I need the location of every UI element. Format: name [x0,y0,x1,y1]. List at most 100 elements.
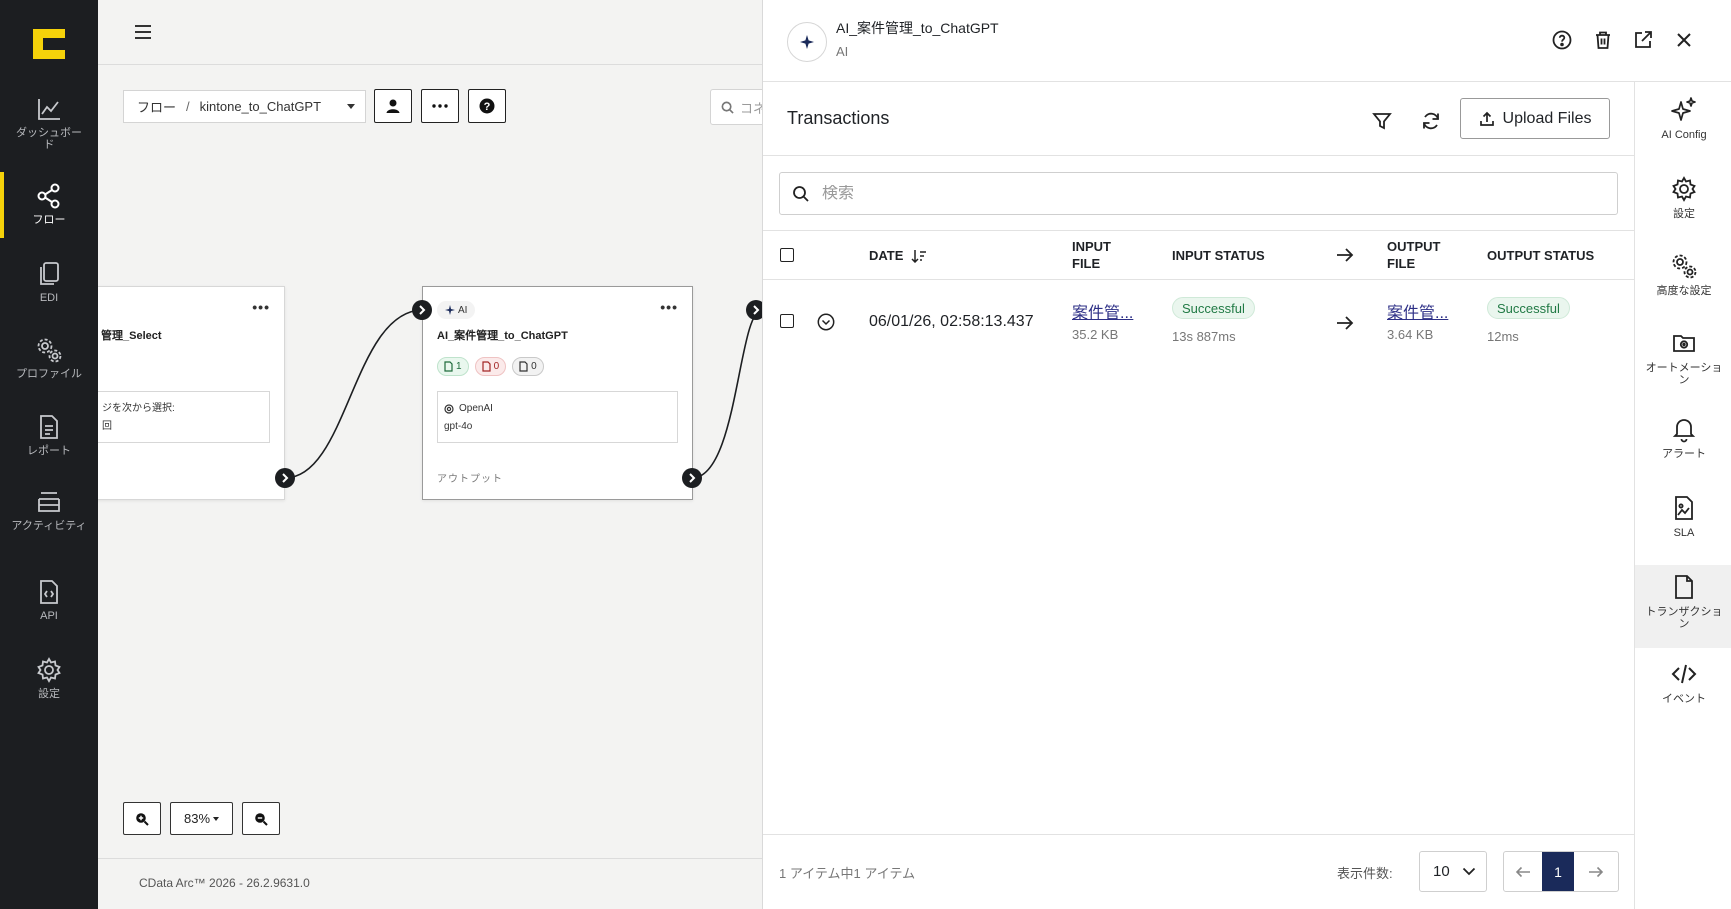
nav-item-label: プロファイル [16,368,82,380]
rail-item-advanced-settings[interactable]: 高度な設定 [1635,252,1731,297]
zoom-level-select[interactable]: 83% [170,802,233,835]
rail-item-label: トランザクション [1645,606,1723,630]
rail-item-automation[interactable]: オートメーション [1635,329,1731,386]
row-checkbox[interactable] [780,314,794,328]
output-status-badge: Successful [1487,297,1570,319]
filter-icon[interactable] [1370,109,1394,133]
close-icon[interactable] [1672,28,1696,52]
table-header: DATE INPUT FILE INPUT STATUS OUTPUT FILE… [763,230,1634,280]
rail-item-label: 高度な設定 [1656,285,1712,297]
arrow-left-icon [1515,866,1530,877]
nav-item-label: レポート [27,445,71,457]
bell-icon [1672,419,1696,443]
current-page[interactable]: 1 [1542,852,1574,891]
nav-item-profile[interactable]: プロファイル [0,336,98,380]
output-file-size: 3.64 KB [1387,327,1434,342]
input-status-badge: Successful [1172,297,1255,319]
rail-item-alerts[interactable]: アラート [1635,415,1731,460]
rail-item-events[interactable]: イベント [1635,660,1731,705]
automation-icon [1673,335,1695,352]
rail-item-label: イベント [1662,693,1706,705]
left-nav: ダッシュボード フロー EDI プロファイル レポート アクティビティ API … [0,0,98,909]
pending-count-badge[interactable]: 0 [512,357,544,376]
cdata-logo [33,29,65,59]
documents-icon [40,262,59,285]
prev-page-button[interactable] [1504,852,1542,891]
section-divider [763,155,1634,156]
refresh-icon[interactable] [1419,109,1443,133]
node-menu-icon[interactable]: ••• [252,299,270,315]
transaction-search[interactable] [779,172,1618,215]
rail-item-ai-config[interactable]: AI Config [1635,96,1731,141]
nav-item-label: フロー [32,214,66,226]
rail-item-sla[interactable]: SLA [1635,494,1731,539]
input-port[interactable] [412,300,432,320]
chevron-right-icon [689,473,696,483]
input-file-link[interactable]: 案件管... [1072,299,1133,323]
file-error-icon [481,361,491,372]
page-size-select[interactable]: 10 [1419,851,1487,892]
search-input[interactable] [822,184,1582,203]
nav-item-edi[interactable]: EDI [0,260,98,304]
output-port[interactable] [275,468,295,488]
help-icon[interactable] [1550,28,1574,52]
provider-row: OpenAI [444,400,671,418]
flow-canvas[interactable]: フロー / kintone_to_ChatGPT ? コネ ••• 管理_Sel… [98,0,762,909]
node-type-tag: AI [437,301,476,319]
zoom-in-button[interactable] [123,802,161,835]
flow-share-icon [37,183,60,209]
next-page-button[interactable] [1574,852,1618,891]
zoom-in-icon [136,812,149,826]
nav-item-dashboard[interactable]: ダッシュボード [0,95,98,151]
zoom-out-icon [255,812,268,826]
upload-icon [1479,111,1494,126]
header-line: INPUT [1072,239,1111,254]
nav-item-api[interactable]: API [0,578,98,622]
input-file-size: 35.2 KB [1072,327,1119,342]
api-icon [40,580,58,604]
flow-node-select[interactable]: ••• 管理_Select ジを次から選択: 回 [98,286,285,500]
chevron-right-icon [753,305,760,315]
trash-icon[interactable] [1591,28,1615,52]
activity-icon [38,492,60,512]
output-file-link[interactable]: 案件管... [1387,299,1448,323]
success-count-badge[interactable]: 1 [437,357,469,376]
section-title: Transactions [787,108,890,128]
table-row[interactable]: 06/01/26, 02:58:13.437 案件管... 35.2 KB Su… [763,280,1634,362]
output-port[interactable] [682,468,702,488]
nav-item-activity[interactable]: アクティビティ [0,488,98,532]
rail-item-settings[interactable]: 設定 [1635,175,1731,220]
version-footer: CData Arc™ 2026 - 26.2.9631.0 [139,876,310,890]
pending-count: 0 [531,361,537,372]
output-status-column-header: OUTPUT STATUS [1487,248,1595,263]
nav-item-report[interactable]: レポート [0,413,98,457]
node-menu-icon[interactable]: ••• [660,299,678,315]
gear-icon [37,657,61,683]
nav-item-settings[interactable]: 設定 [0,656,98,700]
item-count: 1 アイテム中1 アイテム [779,866,916,881]
flow-node-ai[interactable]: AI ••• AI_案件管理_to_ChatGPT 1 0 0 OpenAI g… [422,286,693,500]
zoom-out-button[interactable] [242,802,280,835]
input-duration: 13s 887ms [1172,329,1236,344]
output-file-column-header: OUTPUT FILE [1387,238,1440,272]
upload-files-button[interactable]: Upload Files [1460,98,1610,139]
error-count-badge[interactable]: 0 [474,357,507,376]
input-port[interactable] [746,300,762,320]
upload-files-label: Upload Files [1502,109,1592,127]
sort-descending-icon[interactable] [911,249,927,263]
rail-item-label: AI Config [1661,129,1707,141]
node-footer: アウトプット [437,474,503,485]
expand-chevron-icon[interactable] [817,313,835,331]
rail-item-transactions[interactable]: トランザクション [1635,565,1731,648]
date-column-header[interactable]: DATE [869,247,927,264]
select-all-checkbox[interactable] [780,248,794,262]
rail-item-label: オートメーション [1645,362,1723,386]
external-link-icon[interactable] [1631,28,1655,52]
rail-item-label: 設定 [1673,208,1695,220]
drawer-side-rail: AI Config 設定 高度な設定 オートメーション アラート SLA トラン… [1634,82,1731,909]
node-counts: 1 0 0 [437,357,544,376]
nav-item-flow[interactable]: フロー [0,182,98,226]
pagination-divider [763,834,1634,835]
node-config-line: ジを次から選択: [102,403,175,414]
sla-icon [1675,496,1693,520]
